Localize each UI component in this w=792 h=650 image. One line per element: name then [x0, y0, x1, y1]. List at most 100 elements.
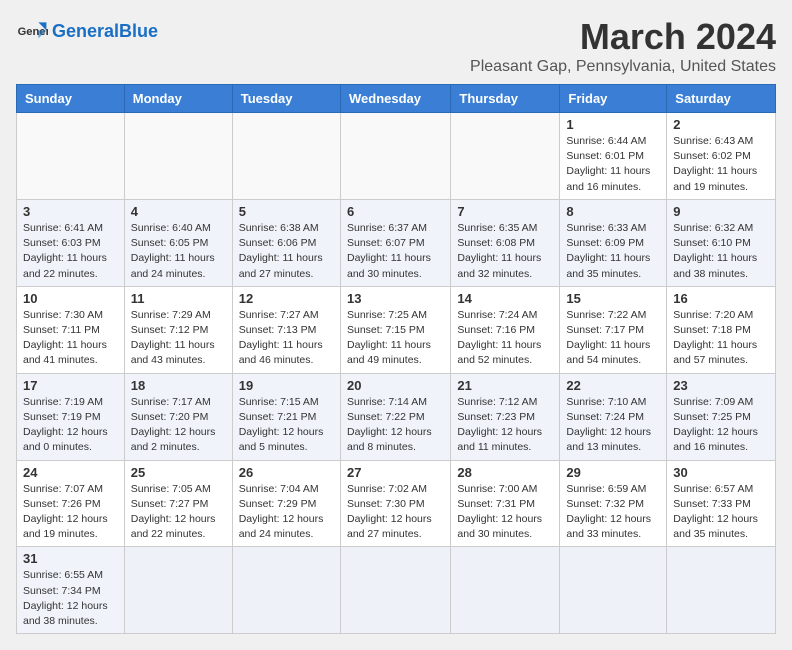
col-friday: Friday	[560, 85, 667, 113]
calendar-row-3: 10 Sunrise: 7:30 AM Sunset: 7:11 PM Dayli…	[17, 286, 776, 373]
table-row: 7 Sunrise: 6:35 AM Sunset: 6:08 PM Daylig…	[451, 199, 560, 286]
table-row: 22 Sunrise: 7:10 AM Sunset: 7:24 PM Dayli…	[560, 373, 667, 460]
day-number: 28	[457, 465, 553, 480]
day-info: Sunrise: 7:00 AM Sunset: 7:31 PM Dayligh…	[457, 482, 553, 543]
table-row: 24 Sunrise: 7:07 AM Sunset: 7:26 PM Dayli…	[17, 460, 125, 547]
calendar-row-6: 31 Sunrise: 6:55 AM Sunset: 7:34 PM Dayli…	[17, 547, 776, 634]
day-info: Sunrise: 7:15 AM Sunset: 7:21 PM Dayligh…	[239, 395, 334, 456]
day-number: 24	[23, 465, 118, 480]
title-block: March 2024 Pleasant Gap, Pennsylvania, U…	[470, 16, 776, 76]
day-number: 2	[673, 117, 769, 132]
day-info: Sunrise: 6:38 AM Sunset: 6:06 PM Dayligh…	[239, 221, 334, 282]
table-row: 10 Sunrise: 7:30 AM Sunset: 7:11 PM Dayli…	[17, 286, 125, 373]
table-row	[17, 113, 125, 200]
table-row: 18Sunrise: 7:17 AM Sunset: 7:20 PM Dayli…	[124, 373, 232, 460]
day-info: Sunrise: 7:25 AM Sunset: 7:15 PM Dayligh…	[347, 308, 444, 369]
table-row	[340, 113, 450, 200]
day-info: Sunrise: 7:14 AM Sunset: 7:22 PM Dayligh…	[347, 395, 444, 456]
table-row: 16Sunrise: 7:20 AM Sunset: 7:18 PM Dayli…	[667, 286, 776, 373]
day-number: 30	[673, 465, 769, 480]
calendar-table: Sunday Monday Tuesday Wednesday Thursday…	[16, 84, 776, 634]
table-row: 28 Sunrise: 7:00 AM Sunset: 7:31 PM Dayli…	[451, 460, 560, 547]
day-info: Sunrise: 6:32 AM Sunset: 6:10 PM Dayligh…	[673, 221, 769, 282]
logo-text: GeneralBlue	[52, 22, 158, 42]
table-row: 23 Sunrise: 7:09 AM Sunset: 7:25 PM Dayli…	[667, 373, 776, 460]
table-row: 25 Sunrise: 7:05 AM Sunset: 7:27 PM Dayli…	[124, 460, 232, 547]
logo-icon: General	[16, 16, 48, 48]
day-number: 14	[457, 291, 553, 306]
table-row: 26 Sunrise: 7:04 AM Sunset: 7:29 PM Dayli…	[232, 460, 340, 547]
day-number: 21	[457, 378, 553, 393]
day-info: Sunrise: 7:27 AM Sunset: 7:13 PM Dayligh…	[239, 308, 334, 369]
calendar-header-row: Sunday Monday Tuesday Wednesday Thursday…	[17, 85, 776, 113]
day-info: Sunrise: 6:59 AM Sunset: 7:32 PM Dayligh…	[566, 482, 660, 543]
table-row: 8Sunrise: 6:33 AM Sunset: 6:09 PM Daylig…	[560, 199, 667, 286]
page-header: General GeneralBlue March 2024 Pleasant …	[16, 16, 776, 76]
day-info: Sunrise: 6:40 AM Sunset: 6:05 PM Dayligh…	[131, 221, 226, 282]
day-number: 16	[673, 291, 769, 306]
table-row: 19 Sunrise: 7:15 AM Sunset: 7:21 PM Dayli…	[232, 373, 340, 460]
logo: General GeneralBlue	[16, 16, 158, 48]
col-thursday: Thursday	[451, 85, 560, 113]
day-info: Sunrise: 7:05 AM Sunset: 7:27 PM Dayligh…	[131, 482, 226, 543]
day-number: 22	[566, 378, 660, 393]
day-info: Sunrise: 6:37 AM Sunset: 6:07 PM Dayligh…	[347, 221, 444, 282]
day-info: Sunrise: 7:29 AM Sunset: 7:12 PM Dayligh…	[131, 308, 226, 369]
day-info: Sunrise: 7:10 AM Sunset: 7:24 PM Dayligh…	[566, 395, 660, 456]
table-row: 30 Sunrise: 6:57 AM Sunset: 7:33 PM Dayli…	[667, 460, 776, 547]
table-row: 4 Sunrise: 6:40 AM Sunset: 6:05 PM Daylig…	[124, 199, 232, 286]
table-row: 5 Sunrise: 6:38 AM Sunset: 6:06 PM Daylig…	[232, 199, 340, 286]
day-number: 9	[673, 204, 769, 219]
day-number: 4	[131, 204, 226, 219]
day-info: Sunrise: 6:44 AM Sunset: 6:01 PM Dayligh…	[566, 134, 660, 195]
location-title: Pleasant Gap, Pennsylvania, United State…	[470, 58, 776, 76]
table-row: 27 Sunrise: 7:02 AM Sunset: 7:30 PM Dayli…	[340, 460, 450, 547]
day-info: Sunrise: 7:30 AM Sunset: 7:11 PM Dayligh…	[23, 308, 118, 369]
day-number: 17	[23, 378, 118, 393]
day-number: 7	[457, 204, 553, 219]
day-number: 12	[239, 291, 334, 306]
table-row	[451, 113, 560, 200]
table-row	[340, 547, 450, 634]
day-info: Sunrise: 7:02 AM Sunset: 7:30 PM Dayligh…	[347, 482, 444, 543]
day-info: Sunrise: 7:17 AM Sunset: 7:20 PM Dayligh…	[131, 395, 226, 456]
day-info: Sunrise: 6:35 AM Sunset: 6:08 PM Dayligh…	[457, 221, 553, 282]
table-row: 3Sunrise: 6:41 AM Sunset: 6:03 PM Daylig…	[17, 199, 125, 286]
day-number: 26	[239, 465, 334, 480]
day-number: 23	[673, 378, 769, 393]
table-row: 21Sunrise: 7:12 AM Sunset: 7:23 PM Dayli…	[451, 373, 560, 460]
table-row: 15Sunrise: 7:22 AM Sunset: 7:17 PM Dayli…	[560, 286, 667, 373]
day-info: Sunrise: 6:43 AM Sunset: 6:02 PM Dayligh…	[673, 134, 769, 195]
day-number: 31	[23, 551, 118, 566]
day-number: 27	[347, 465, 444, 480]
table-row	[124, 113, 232, 200]
table-row: 9 Sunrise: 6:32 AM Sunset: 6:10 PM Daylig…	[667, 199, 776, 286]
table-row: 17 Sunrise: 7:19 AM Sunset: 7:19 PM Dayli…	[17, 373, 125, 460]
calendar-row-5: 24 Sunrise: 7:07 AM Sunset: 7:26 PM Dayli…	[17, 460, 776, 547]
day-info: Sunrise: 7:07 AM Sunset: 7:26 PM Dayligh…	[23, 482, 118, 543]
table-row: 11Sunrise: 7:29 AM Sunset: 7:12 PM Dayli…	[124, 286, 232, 373]
calendar-row-1: 1 Sunrise: 6:44 AM Sunset: 6:01 PM Daylig…	[17, 113, 776, 200]
calendar-row-4: 17 Sunrise: 7:19 AM Sunset: 7:19 PM Dayli…	[17, 373, 776, 460]
calendar-row-2: 3Sunrise: 6:41 AM Sunset: 6:03 PM Daylig…	[17, 199, 776, 286]
table-row	[232, 113, 340, 200]
day-number: 5	[239, 204, 334, 219]
day-info: Sunrise: 7:24 AM Sunset: 7:16 PM Dayligh…	[457, 308, 553, 369]
col-monday: Monday	[124, 85, 232, 113]
day-info: Sunrise: 7:19 AM Sunset: 7:19 PM Dayligh…	[23, 395, 118, 456]
table-row: 14 Sunrise: 7:24 AM Sunset: 7:16 PM Dayli…	[451, 286, 560, 373]
table-row: 12 Sunrise: 7:27 AM Sunset: 7:13 PM Dayli…	[232, 286, 340, 373]
day-number: 19	[239, 378, 334, 393]
table-row: 2 Sunrise: 6:43 AM Sunset: 6:02 PM Daylig…	[667, 113, 776, 200]
day-info: Sunrise: 7:09 AM Sunset: 7:25 PM Dayligh…	[673, 395, 769, 456]
day-info: Sunrise: 7:04 AM Sunset: 7:29 PM Dayligh…	[239, 482, 334, 543]
table-row: 13Sunrise: 7:25 AM Sunset: 7:15 PM Dayli…	[340, 286, 450, 373]
day-info: Sunrise: 6:57 AM Sunset: 7:33 PM Dayligh…	[673, 482, 769, 543]
table-row: 29Sunrise: 6:59 AM Sunset: 7:32 PM Dayli…	[560, 460, 667, 547]
day-number: 10	[23, 291, 118, 306]
day-number: 1	[566, 117, 660, 132]
day-info: Sunrise: 6:55 AM Sunset: 7:34 PM Dayligh…	[23, 568, 118, 629]
day-number: 25	[131, 465, 226, 480]
table-row	[232, 547, 340, 634]
col-tuesday: Tuesday	[232, 85, 340, 113]
